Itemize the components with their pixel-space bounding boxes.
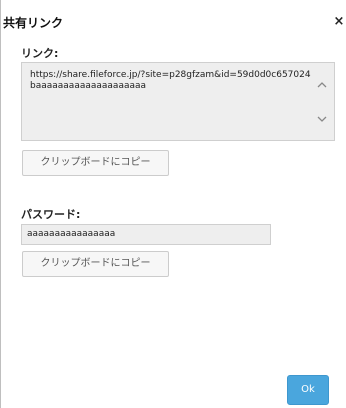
link-textarea[interactable]: https://share.fileforce.jp/?site=p28gfza…	[21, 62, 335, 141]
password-label: パスワード:	[21, 208, 81, 221]
chevron-up-icon[interactable]	[316, 79, 328, 91]
copy-password-button[interactable]: クリップボードにコピー	[22, 251, 169, 277]
close-icon[interactable]: ×	[332, 14, 346, 30]
copy-link-button[interactable]: クリップボードにコピー	[22, 150, 169, 176]
ok-button[interactable]: Ok	[287, 375, 329, 405]
password-field[interactable]: aaaaaaaaaaaaaaaa	[21, 224, 271, 245]
dialog-title: 共有リンク	[3, 16, 64, 30]
share-link-dialog: 共有リンク × リンク: https://share.fileforce.jp/…	[0, 0, 346, 408]
chevron-down-icon[interactable]	[316, 113, 328, 125]
link-value: https://share.fileforce.jp/?site=p28gfza…	[30, 70, 311, 91]
link-label: リンク:	[21, 47, 59, 60]
